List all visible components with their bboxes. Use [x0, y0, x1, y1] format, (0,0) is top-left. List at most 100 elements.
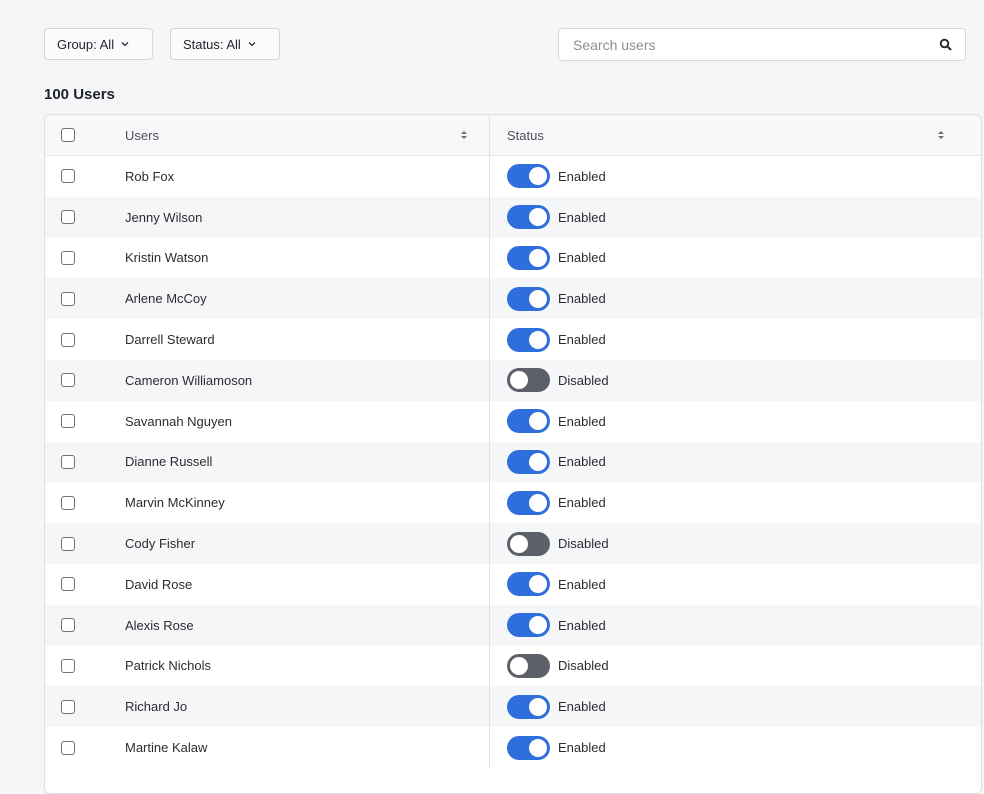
status-cell: Disabled — [490, 360, 981, 401]
status-toggle[interactable] — [507, 449, 550, 474]
status-toggle[interactable] — [507, 409, 550, 434]
status-cell: Disabled — [490, 523, 981, 564]
toggle-knob — [529, 575, 547, 594]
status-toggle[interactable] — [507, 531, 550, 556]
table-row[interactable]: Martine Kalaw Enabled — [45, 727, 981, 768]
toggle-knob — [529, 738, 547, 757]
table-row[interactable]: Cameron Williamoson Disabled — [45, 359, 981, 401]
status-label: Enabled — [558, 413, 606, 429]
user-name: Martine Kalaw — [125, 740, 208, 756]
table-row[interactable]: Darrell Steward Enabled — [45, 319, 981, 360]
users-column-header[interactable]: Users — [45, 115, 490, 155]
status-toggle[interactable] — [507, 205, 550, 230]
user-name: Cameron Williamoson — [125, 372, 253, 388]
status-label: Enabled — [558, 617, 606, 633]
user-name: Darrell Steward — [125, 332, 215, 348]
row-checkbox[interactable] — [61, 536, 75, 551]
sort-icon[interactable] — [937, 129, 945, 141]
user-count: 100 Users — [44, 86, 115, 103]
table-row[interactable]: David Rose Enabled — [45, 563, 981, 605]
status-cell: Enabled — [490, 482, 981, 523]
user-cell: Jenny Wilson — [45, 196, 490, 238]
toggle-knob — [529, 167, 547, 186]
select-all-checkbox[interactable] — [61, 128, 75, 142]
toggle-knob — [529, 697, 547, 716]
user-name: Patrick Nichols — [125, 658, 211, 674]
status-cell: Enabled — [490, 156, 981, 197]
user-cell: Richard Jo — [45, 686, 490, 728]
user-name: Kristin Watson — [125, 250, 209, 266]
status-cell: Enabled — [490, 238, 981, 279]
search-input[interactable] — [571, 35, 939, 54]
status-cell: Enabled — [490, 401, 981, 442]
row-checkbox[interactable] — [61, 250, 75, 265]
row-checkbox[interactable] — [61, 454, 75, 469]
status-toggle[interactable] — [507, 613, 550, 638]
row-checkbox[interactable] — [61, 577, 75, 592]
toggle-knob — [510, 656, 528, 675]
row-checkbox[interactable] — [61, 658, 75, 673]
user-cell: Savannah Nguyen — [45, 400, 490, 442]
status-cell: Enabled — [490, 319, 981, 360]
status-filter-label: Status: All — [183, 36, 241, 52]
row-checkbox[interactable] — [61, 740, 75, 755]
status-cell: Enabled — [490, 197, 981, 238]
status-cell: Disabled — [490, 646, 981, 687]
user-cell: Martine Kalaw — [45, 727, 490, 768]
user-name: Dianne Russell — [125, 454, 213, 470]
user-name: Richard Jo — [125, 699, 188, 715]
group-filter-button[interactable]: Group: All — [44, 28, 153, 60]
status-toggle[interactable] — [507, 490, 550, 515]
table-row[interactable]: Richard Jo Enabled — [45, 686, 981, 728]
status-toggle[interactable] — [507, 286, 550, 311]
table-row[interactable]: Arlene McCoy Enabled — [45, 278, 981, 320]
row-checkbox[interactable] — [61, 291, 75, 306]
table-row[interactable]: Dianne Russell Enabled — [45, 441, 981, 483]
group-filter-label: Group: All — [57, 36, 115, 52]
status-label: Disabled — [558, 536, 609, 552]
row-checkbox[interactable] — [61, 373, 75, 388]
search-icon[interactable] — [939, 38, 953, 52]
status-column-header[interactable]: Status — [490, 115, 981, 155]
status-filter-button[interactable]: Status: All — [170, 28, 280, 60]
status-toggle[interactable] — [507, 694, 550, 719]
table-row[interactable]: Jenny Wilson Enabled — [45, 196, 981, 238]
status-toggle[interactable] — [507, 368, 550, 393]
status-toggle[interactable] — [507, 735, 550, 760]
users-header-label: Users — [125, 127, 159, 143]
user-name: Alexis Rose — [125, 617, 194, 633]
row-checkbox[interactable] — [61, 414, 75, 429]
toggle-knob — [529, 248, 547, 267]
user-name: David Rose — [125, 576, 193, 592]
row-checkbox[interactable] — [61, 618, 75, 633]
user-cell: Cameron Williamoson — [45, 359, 490, 401]
sort-icon[interactable] — [460, 129, 468, 141]
table-row[interactable]: Cody Fisher Disabled — [45, 523, 981, 564]
status-label: Enabled — [558, 168, 606, 184]
status-label: Enabled — [558, 209, 606, 225]
table-row[interactable]: Marvin McKinney Enabled — [45, 482, 981, 524]
status-toggle[interactable] — [507, 327, 550, 352]
status-toggle[interactable] — [507, 245, 550, 270]
user-cell: Alexis Rose — [45, 604, 490, 646]
user-cell: Dianne Russell — [45, 441, 490, 483]
status-cell: Enabled — [490, 686, 981, 727]
row-checkbox[interactable] — [61, 169, 75, 184]
row-checkbox[interactable] — [61, 210, 75, 225]
table-row[interactable]: Kristin Watson Enabled — [45, 237, 981, 279]
status-toggle[interactable] — [507, 653, 550, 678]
row-checkbox[interactable] — [61, 699, 75, 714]
status-toggle[interactable] — [507, 572, 550, 597]
row-checkbox[interactable] — [61, 332, 75, 347]
status-cell: Enabled — [490, 278, 981, 319]
user-cell: Rob Fox — [45, 156, 490, 197]
status-toggle[interactable] — [507, 164, 550, 189]
table-row[interactable]: Patrick Nichols Disabled — [45, 645, 981, 687]
row-checkbox[interactable] — [61, 495, 75, 510]
table-row[interactable]: Rob Fox Enabled — [45, 156, 981, 197]
status-cell: Enabled — [490, 605, 981, 646]
status-cell: Enabled — [490, 727, 981, 768]
status-header-label: Status — [507, 127, 544, 143]
table-row[interactable]: Alexis Rose Enabled — [45, 604, 981, 646]
table-row[interactable]: Savannah Nguyen Enabled — [45, 400, 981, 442]
